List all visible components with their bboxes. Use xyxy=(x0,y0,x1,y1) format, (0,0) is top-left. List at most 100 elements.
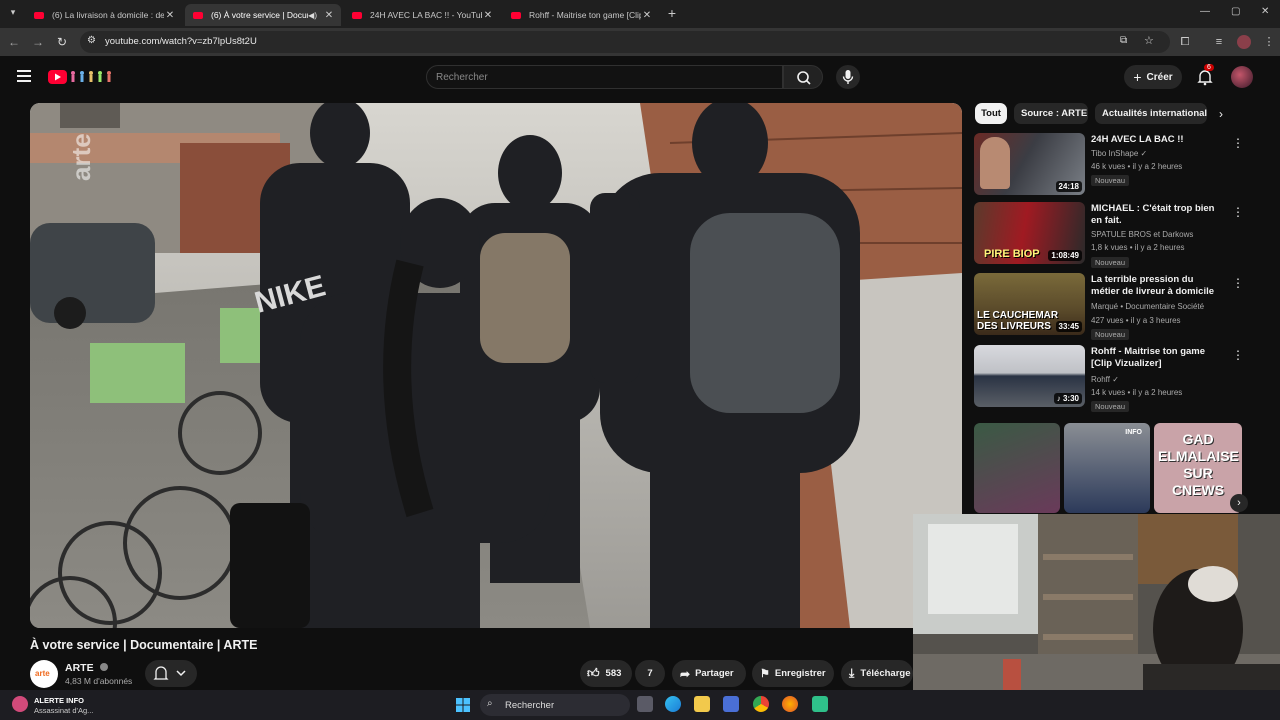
audio-playing-icon[interactable]: ◀) xyxy=(308,11,317,20)
bookmark-star-icon[interactable]: ☆ xyxy=(1144,34,1154,47)
maximize-button[interactable]: ▢ xyxy=(1231,6,1243,17)
recommendation-item[interactable]: PIRE BIOP 1:08:49 MICHAEL : C'était trop… xyxy=(974,202,1244,268)
back-arrow-icon[interactable]: ← xyxy=(6,34,22,50)
youtube-favicon-icon xyxy=(193,11,203,19)
recommendation-meta: 46 k vues • il y a 2 heures xyxy=(1091,162,1183,171)
recommendation-title: La terrible pression du métier de livreu… xyxy=(1091,274,1215,297)
minimize-button[interactable]: — xyxy=(1200,6,1212,17)
tab-rohff[interactable]: Rohff - Maitrise ton game [Clip ✕ xyxy=(503,4,659,26)
save-button[interactable]: ⚑ Enregistrer xyxy=(752,660,834,687)
windows-logo-icon xyxy=(456,698,470,712)
forward-arrow-icon[interactable]: → xyxy=(30,34,46,50)
search-input[interactable]: Rechercher xyxy=(426,65,783,89)
create-button[interactable]: + Créer xyxy=(1124,65,1182,89)
video-thumbnail[interactable]: PIRE BIOP 1:08:49 xyxy=(974,202,1085,264)
channel-name-text: ARTE xyxy=(65,662,94,674)
chrome-icon[interactable] xyxy=(753,696,769,712)
firefox-icon[interactable] xyxy=(782,696,798,712)
download-label: Télécharge xyxy=(860,668,911,679)
browser-menu-icon[interactable]: ⋮ xyxy=(1262,35,1276,49)
recommendation-channel: SPATULE BROS et Darkows xyxy=(1091,230,1194,239)
tab-title: (6) À votre service | Docum xyxy=(211,10,309,20)
file-explorer-icon[interactable] xyxy=(694,696,710,712)
more-options-icon[interactable]: ⋮ xyxy=(1232,205,1244,219)
video-player[interactable]: NIKE arte xyxy=(30,103,962,628)
more-options-icon[interactable]: ⋮ xyxy=(1232,348,1244,362)
tab-close-icon[interactable]: ✕ xyxy=(641,10,653,21)
more-options-icon[interactable]: ⋮ xyxy=(1232,276,1244,290)
chip-actualites-internationales[interactable]: Actualités internationales xyxy=(1095,103,1207,124)
search-button[interactable] xyxy=(783,65,823,89)
tab-a-votre-service[interactable]: (6) À votre service | Docum ◀) ✕ xyxy=(185,4,341,26)
install-app-icon[interactable]: ⧉ xyxy=(1120,35,1127,46)
new-badge: Nouveau xyxy=(1091,401,1130,412)
recommendation-item[interactable]: 24:18 24H AVEC LA BAC !! Tibo InShape ✓ … xyxy=(974,133,1244,199)
voice-search-button[interactable] xyxy=(836,65,860,89)
tab-24h-bac[interactable]: 24H AVEC LA BAC !! - YouTube ✕ xyxy=(344,4,500,26)
video-thumbnail[interactable]: LE CAUCHEMAR DES LIVREURS 33:45 xyxy=(974,273,1085,335)
channel-name[interactable]: ARTE xyxy=(65,662,108,674)
chip-source-arte[interactable]: Source : ARTE xyxy=(1014,103,1088,124)
new-tab-button[interactable]: + xyxy=(664,5,680,21)
shorts-thumbnail[interactable] xyxy=(974,423,1060,513)
search-icon: ⌕ xyxy=(487,698,493,709)
youtube-logo[interactable] xyxy=(48,69,118,85)
video-thumbnail[interactable]: 24:18 xyxy=(974,133,1085,195)
like-button[interactable]: 👍︎ 583 xyxy=(580,660,632,687)
comments-count-button[interactable]: 7 xyxy=(635,660,665,687)
app-icon[interactable] xyxy=(812,696,828,712)
taskbar-search-label: Rechercher xyxy=(505,700,555,711)
chips-next-chevron-icon[interactable]: › xyxy=(1219,107,1223,121)
share-label: Partager xyxy=(695,668,734,679)
hamburger-menu-icon[interactable] xyxy=(17,70,31,82)
recommendation-item[interactable]: LE CAUCHEMAR DES LIVREURS 33:45 La terri… xyxy=(974,273,1244,340)
share-button[interactable]: ➦ Partager xyxy=(672,660,746,687)
profile-avatar[interactable] xyxy=(1237,35,1251,49)
video-thumbnail[interactable]: ♪ 3:30 xyxy=(974,345,1085,407)
thumbs-up-icon: 👍︎ xyxy=(587,666,600,680)
browser-tab-bar: ▾ (6) La livraison à domicile : de l ✕ (… xyxy=(0,0,1280,28)
shorts-overlay-text: GAD ELMALAISE SUR CNEWS xyxy=(1158,431,1239,498)
subscribed-bell-button[interactable] xyxy=(145,660,197,687)
plus-icon: + xyxy=(1133,69,1142,85)
task-view-icon[interactable] xyxy=(637,696,653,712)
youtube-favicon-icon xyxy=(352,11,362,19)
tab-close-icon[interactable]: ✕ xyxy=(323,10,335,21)
shorts-next-chevron-icon[interactable]: › xyxy=(1230,494,1248,512)
arte-logo: arte xyxy=(35,669,50,678)
recommendation-item[interactable]: ♪ 3:30 Rohff - Maitrise ton game [Clip V… xyxy=(974,345,1244,412)
windows-taskbar: ALERTE INFO Assassinat d'Ag... ⌕ Recherc… xyxy=(0,690,1280,720)
store-icon[interactable] xyxy=(723,696,739,712)
tab-list-chevron-icon[interactable]: ▾ xyxy=(6,7,20,21)
close-window-button[interactable]: ✕ xyxy=(1261,6,1273,17)
site-info-icon[interactable]: ⚙ xyxy=(87,35,96,46)
extensions-icon[interactable]: ⧠ xyxy=(1178,35,1192,49)
duration-badge: 1:08:49 xyxy=(1048,250,1082,261)
channel-avatar[interactable]: arte xyxy=(30,660,58,688)
account-avatar[interactable] xyxy=(1231,66,1253,88)
shorts-thumbnail[interactable]: INFO xyxy=(1064,423,1150,513)
notification-count-badge: 6 xyxy=(1204,64,1214,71)
comment-count: 7 xyxy=(647,668,653,679)
browser-toolbar: ← → ↻ ⚙ youtube.com/watch?v=zb7lpUs8t2U … xyxy=(0,28,1280,56)
youtube-favicon-icon xyxy=(511,11,521,19)
video-frame-street-scene: NIKE arte xyxy=(30,103,962,628)
news-widget[interactable]: ALERTE INFO Assassinat d'Ag... xyxy=(12,693,132,717)
reload-icon[interactable]: ↻ xyxy=(54,34,70,50)
tab-close-icon[interactable]: ✕ xyxy=(164,10,176,21)
tab-close-icon[interactable]: ✕ xyxy=(482,10,494,21)
recommendation-title: 24H AVEC LA BAC !! xyxy=(1091,134,1184,145)
chip-tout[interactable]: Tout xyxy=(975,103,1007,124)
more-options-icon[interactable]: ⋮ xyxy=(1232,136,1244,150)
edge-icon[interactable] xyxy=(665,696,681,712)
create-label: Créer xyxy=(1146,71,1173,83)
download-button[interactable]: ⤓ Télécharge xyxy=(841,660,913,687)
duration-badge: 24:18 xyxy=(1055,181,1082,192)
taskbar-search[interactable]: ⌕ Rechercher xyxy=(480,694,630,716)
media-controls-icon[interactable]: ≡ xyxy=(1212,35,1226,49)
shorts-thumbnail[interactable]: GAD ELMALAISE SUR CNEWS xyxy=(1154,423,1242,513)
tab-livraison[interactable]: (6) La livraison à domicile : de l ✕ xyxy=(26,4,182,26)
notifications-button[interactable]: 6 xyxy=(1196,64,1214,86)
address-bar[interactable]: ⚙ youtube.com/watch?v=zb7lpUs8t2U ⧉ ☆ xyxy=(80,31,1170,53)
windows-start-button[interactable] xyxy=(456,698,470,712)
